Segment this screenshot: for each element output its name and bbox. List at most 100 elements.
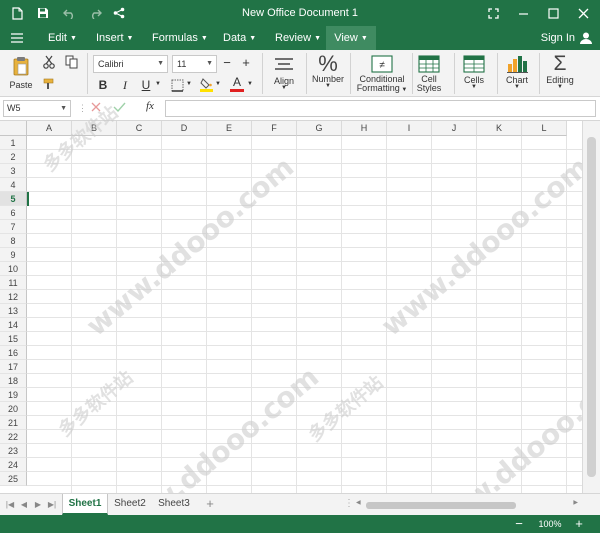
vertical-scroll-thumb[interactable] (587, 137, 596, 477)
column-header[interactable]: F (252, 121, 297, 136)
row-header[interactable]: 16 (0, 346, 27, 360)
row-header[interactable]: 6 (0, 206, 27, 220)
column-header[interactable]: C (117, 121, 162, 136)
copy-icon[interactable] (64, 55, 78, 71)
row-header[interactable]: 12 (0, 290, 27, 304)
paste-button[interactable]: Paste (8, 56, 34, 90)
menu-edit[interactable]: Edit ▼ (48, 26, 77, 50)
borders-dropdown-chevron-icon[interactable]: ▼ (185, 81, 193, 87)
confirm-entry-icon[interactable] (113, 101, 126, 116)
number-button[interactable]: % Number ▼ (310, 52, 346, 89)
row-header[interactable]: 7 (0, 220, 27, 234)
italic-button[interactable]: I (119, 78, 131, 93)
column-header[interactable]: A (27, 121, 72, 136)
column-header[interactable]: D (162, 121, 207, 136)
row-header[interactable]: 15 (0, 332, 27, 346)
row-header[interactable]: 3 (0, 164, 27, 178)
menu-insert[interactable]: Insert ▼ (96, 26, 133, 50)
row-header[interactable]: 10 (0, 262, 27, 276)
menu-data[interactable]: Data ▼ (223, 26, 256, 50)
fill-color-dropdown-chevron-icon[interactable]: ▼ (214, 81, 222, 87)
next-sheet-icon[interactable]: ▶ (32, 494, 44, 515)
increase-font-button[interactable]: + (239, 56, 253, 70)
editing-button[interactable]: Σ Editing ▼ (543, 52, 577, 90)
scroll-right-icon[interactable]: ▶ (573, 499, 578, 506)
row-header[interactable]: 8 (0, 234, 27, 248)
row-header[interactable]: 14 (0, 318, 27, 332)
sheet-tab-sheet1[interactable]: Sheet1 (62, 494, 108, 515)
share-icon[interactable] (108, 0, 130, 26)
sheet-tab-sheet3[interactable]: Sheet3 (154, 494, 194, 515)
row-header[interactable]: 9 (0, 248, 27, 262)
add-sheet-button[interactable]: + (202, 494, 218, 515)
font-name-select[interactable]: Calibri ▼ (93, 55, 168, 73)
close-icon[interactable] (572, 0, 594, 26)
formula-input[interactable] (165, 100, 596, 117)
row-header[interactable]: 11 (0, 276, 27, 290)
underline-button[interactable]: U (140, 78, 152, 92)
menu-review[interactable]: Review ▼ (275, 26, 321, 50)
row-header[interactable]: 18 (0, 374, 27, 388)
font-color-dropdown-chevron-icon[interactable]: ▼ (246, 81, 254, 87)
font-size-select[interactable]: 11 ▼ (172, 55, 217, 73)
row-header[interactable]: 22 (0, 430, 27, 444)
row-header[interactable]: 21 (0, 416, 27, 430)
row-header[interactable]: 17 (0, 360, 27, 374)
column-header[interactable]: G (297, 121, 342, 136)
horizontal-scrollbar[interactable]: ◀ ▶ (356, 499, 578, 511)
column-header[interactable]: H (342, 121, 387, 136)
more-options-icon[interactable]: ⋮ (78, 103, 87, 114)
prev-sheet-icon[interactable]: ◀ (18, 494, 30, 515)
align-button[interactable]: Align ▼ (268, 56, 300, 91)
maximize-icon[interactable] (542, 0, 564, 26)
cells-button[interactable]: Cells ▼ (458, 55, 490, 90)
last-sheet-icon[interactable]: ▶| (46, 494, 58, 515)
column-header[interactable]: E (207, 121, 252, 136)
column-header[interactable]: B (72, 121, 117, 136)
column-header[interactable]: K (477, 121, 522, 136)
sign-in-button[interactable]: Sign In (541, 26, 592, 50)
format-painter-icon[interactable] (42, 78, 56, 92)
column-header[interactable]: I (387, 121, 432, 136)
hamburger-menu-icon[interactable] (6, 26, 28, 50)
cut-icon[interactable] (42, 55, 56, 71)
conditional-formatting-button[interactable]: ≠ Conditional Formatting ▼ (354, 55, 410, 95)
row-header[interactable]: 13 (0, 304, 27, 318)
row-header[interactable]: 23 (0, 444, 27, 458)
undo-icon[interactable] (58, 0, 80, 26)
sheet-tab-sheet2[interactable]: Sheet2 (110, 494, 150, 515)
zoom-in-button[interactable]: + (572, 515, 586, 533)
row-header[interactable]: 19 (0, 388, 27, 402)
first-sheet-icon[interactable]: |◀ (4, 494, 16, 515)
row-header[interactable]: 20 (0, 402, 27, 416)
row-header[interactable]: 4 (0, 178, 27, 192)
bold-button[interactable]: B (97, 78, 109, 92)
borders-icon[interactable] (170, 79, 184, 94)
zoom-out-button[interactable]: − (512, 515, 526, 533)
row-header[interactable]: 5 (0, 192, 27, 206)
scroll-left-icon[interactable]: ◀ (356, 499, 361, 506)
splitter-handle-icon[interactable]: ⋮ (344, 498, 354, 509)
cancel-entry-icon[interactable] (90, 101, 102, 116)
new-document-icon[interactable] (6, 0, 28, 26)
select-all-corner[interactable] (0, 121, 27, 136)
font-color-icon[interactable]: A (230, 76, 244, 92)
decrease-font-button[interactable]: − (220, 56, 234, 70)
save-icon[interactable] (32, 0, 54, 26)
fullscreen-icon[interactable] (482, 0, 504, 26)
menu-view[interactable]: View ▼ (326, 26, 376, 50)
insert-function-button[interactable]: fx (146, 100, 154, 112)
fill-color-icon[interactable] (199, 77, 213, 94)
row-header[interactable]: 24 (0, 458, 27, 472)
minimize-icon[interactable] (512, 0, 534, 26)
row-header[interactable]: 1 (0, 136, 27, 150)
name-box[interactable]: W5 ▼ (3, 100, 71, 117)
column-header[interactable]: J (432, 121, 477, 136)
menu-formulas[interactable]: Formulas ▼ (152, 26, 208, 50)
underline-dropdown-chevron-icon[interactable]: ▼ (154, 81, 162, 87)
column-header[interactable]: L (522, 121, 567, 136)
horizontal-scroll-thumb[interactable] (366, 502, 516, 509)
vertical-scrollbar[interactable] (582, 121, 600, 493)
chart-button[interactable]: Chart ▼ (501, 55, 533, 90)
cell-area[interactable] (27, 136, 582, 493)
